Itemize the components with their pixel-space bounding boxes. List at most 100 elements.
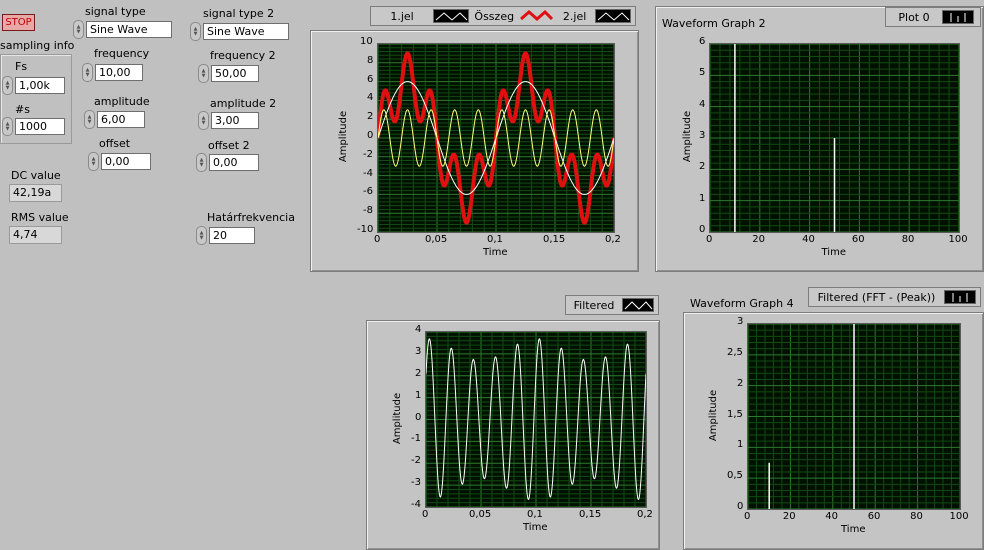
legend-osszeg-label: Összeg — [474, 9, 515, 23]
fs-field[interactable]: 1,00k — [15, 77, 65, 94]
y-tick-label: 3 — [737, 316, 744, 327]
graph4-frame: Waveform Graph 4 0 20 40 60 80 100 3 2,5 2 1,5 1 0,… — [683, 297, 984, 550]
amplitude2-label: amplitude 2 — [210, 97, 277, 110]
signal-type2-field[interactable]: Sine Wave — [203, 23, 289, 40]
x-tick-label: 0,1 — [487, 234, 503, 245]
frequency-spinner-icon[interactable]: ▲ ▼ — [82, 63, 93, 82]
x-tick-label: 0,15 — [579, 509, 602, 520]
fs-spinner-icon[interactable]: ▲ ▼ — [2, 76, 13, 95]
graph1-legend[interactable]: 1.jel Összeg 2.jel — [370, 6, 636, 26]
offset2-spinner-icon[interactable]: ▲ ▼ — [196, 153, 207, 172]
legend-filtered-label: Filtered — [573, 298, 615, 312]
y-tick-label: 2,5 — [727, 346, 743, 358]
frequency-field[interactable]: 10,00 — [95, 64, 143, 81]
legend-filtered-swatch-icon[interactable] — [622, 298, 654, 312]
legend-1jel-swatch-icon[interactable] — [433, 9, 470, 23]
legend-fft-peak-label: Filtered (FFT - (Peak)) — [817, 290, 936, 304]
frequency-control[interactable]: ▲ ▼ 10,00 — [82, 63, 143, 82]
y-tick-label: 2 — [367, 111, 374, 123]
dc-value-label: DC value — [11, 169, 61, 182]
offset-label: offset — [99, 137, 131, 150]
y-tick-label: 2 — [415, 367, 422, 379]
legend-2jel-label: 2.jel — [562, 9, 587, 23]
fs-control[interactable]: ▲ ▼ 1,00k — [2, 76, 65, 95]
y-tick-label: -3 — [411, 477, 421, 489]
legend-2jel-swatch-icon[interactable] — [595, 9, 632, 23]
offset2-label: offset 2 — [208, 139, 250, 152]
y-axis-title: Amplitude — [707, 389, 719, 441]
x-tick-label: 0 — [706, 234, 713, 245]
amplitude-spinner-icon[interactable]: ▲ ▼ — [84, 110, 95, 129]
x-tick-label: 0,1 — [527, 509, 543, 520]
y-tick-label: -8 — [363, 205, 373, 217]
stop-button[interactable]: STOP — [2, 14, 35, 31]
graph4-plot-area[interactable] — [747, 323, 961, 510]
graph1-plot-area[interactable] — [377, 43, 615, 233]
offset-field[interactable]: 0,00 — [101, 153, 151, 170]
legend-plot0-label: Plot 0 — [898, 10, 930, 24]
amplitude2-spinner-icon[interactable]: ▲ ▼ — [198, 111, 209, 130]
graph3-legend[interactable]: Filtered — [565, 295, 659, 315]
legend-fft-peak-swatch-icon[interactable] — [944, 290, 976, 304]
cutoff-frequency-field[interactable]: 20 — [209, 227, 255, 244]
cutoff-frequency-control[interactable]: ▲ ▼ 20 — [196, 226, 255, 245]
y-tick-label: -2 — [411, 455, 421, 467]
y-tick-label: -10 — [357, 224, 374, 235]
graph2-legend[interactable]: Plot 0 — [885, 7, 981, 27]
offset-spinner-icon[interactable]: ▲ ▼ — [88, 152, 99, 171]
y-tick-label: 5 — [699, 67, 706, 79]
legend-osszeg-swatch-icon[interactable] — [519, 9, 555, 23]
cutoff-spinner-icon[interactable]: ▲ ▼ — [196, 226, 207, 245]
y-tick-label: 6 — [699, 36, 706, 47]
y-axis-title: Amplitude — [337, 110, 349, 163]
frequency-label: frequency — [94, 47, 150, 60]
x-tick-label: 60 — [851, 234, 865, 245]
x-tick-label: 80 — [901, 234, 915, 245]
graph3-plot-area[interactable] — [425, 331, 647, 508]
graph4-legend[interactable]: Filtered (FFT - (Peak)) — [808, 287, 981, 307]
signal-type2-control[interactable]: ▲ ▼ Sine Wave — [190, 22, 289, 41]
signal-type-spinner-icon[interactable]: ▲ ▼ — [73, 20, 84, 39]
x-axis-title: Time — [841, 524, 866, 535]
amplitude2-control[interactable]: ▲ ▼ 3,00 — [198, 111, 259, 130]
signal-type-field[interactable]: Sine Wave — [86, 21, 172, 38]
x-tick-label: 40 — [802, 234, 815, 245]
x-tick-label: 0,15 — [543, 234, 566, 245]
y-tick-label: -2 — [363, 148, 373, 160]
amplitude-field[interactable]: 6,00 — [97, 111, 145, 128]
legend-1jel-label: 1.jel — [390, 9, 414, 23]
y-tick-label: 4 — [367, 92, 374, 104]
legend-plot0-swatch-icon[interactable] — [942, 10, 974, 24]
amplitude-label: amplitude — [94, 95, 150, 108]
frequency2-spinner-icon[interactable]: ▲ ▼ — [198, 64, 209, 83]
y-tick-label: 1 — [737, 439, 744, 451]
frequency2-control[interactable]: ▲ ▼ 50,00 — [198, 64, 259, 83]
y-tick-label: 8 — [367, 54, 374, 66]
ns-control[interactable]: ▲ ▼ 1000 — [2, 117, 65, 136]
offset2-control[interactable]: ▲ ▼ 0,00 — [196, 153, 259, 172]
y-tick-label: 0,5 — [727, 470, 743, 482]
amplitude2-field[interactable]: 3,00 — [211, 112, 259, 129]
offset2-field[interactable]: 0,00 — [209, 154, 259, 171]
offset-control[interactable]: ▲ ▼ 0,00 — [88, 152, 151, 171]
ns-spinner-icon[interactable]: ▲ ▼ — [2, 117, 13, 136]
ns-field[interactable]: 1000 — [15, 118, 65, 135]
x-tick-label: 100 — [949, 511, 969, 522]
x-tick-label: 0,2 — [637, 509, 653, 520]
graph3-frame: 0 0,05 0,1 0,15 0,2 4 3 2 1 0 -1 -2 -3 -4 Time Amplitud… — [366, 320, 660, 550]
x-tick-label: 0,05 — [425, 234, 448, 245]
amplitude-control[interactable]: ▲ ▼ 6,00 — [84, 110, 145, 129]
x-tick-label: 0,2 — [605, 234, 621, 245]
x-tick-label: 0 — [744, 511, 751, 522]
graph1-frame: 0 0,05 0,1 0,15 0,2 10 8 6 4 2 0 -2 -4 -6 -8 -10 Time Amp… — [310, 30, 639, 272]
graph2-plot-area[interactable] — [709, 43, 960, 233]
y-tick-label: -1 — [411, 433, 421, 445]
cutoff-frequency-label: Határfrekvencia — [207, 211, 295, 224]
y-tick-label: 1 — [415, 389, 422, 401]
signal-type2-spinner-icon[interactable]: ▲ ▼ — [190, 22, 201, 41]
chart4-svg — [748, 324, 960, 509]
frequency2-field[interactable]: 50,00 — [211, 65, 259, 82]
y-tick-label: -4 — [411, 499, 421, 510]
signal-type-control[interactable]: ▲ ▼ Sine Wave — [73, 20, 172, 39]
x-axis-title: Time — [483, 247, 508, 258]
